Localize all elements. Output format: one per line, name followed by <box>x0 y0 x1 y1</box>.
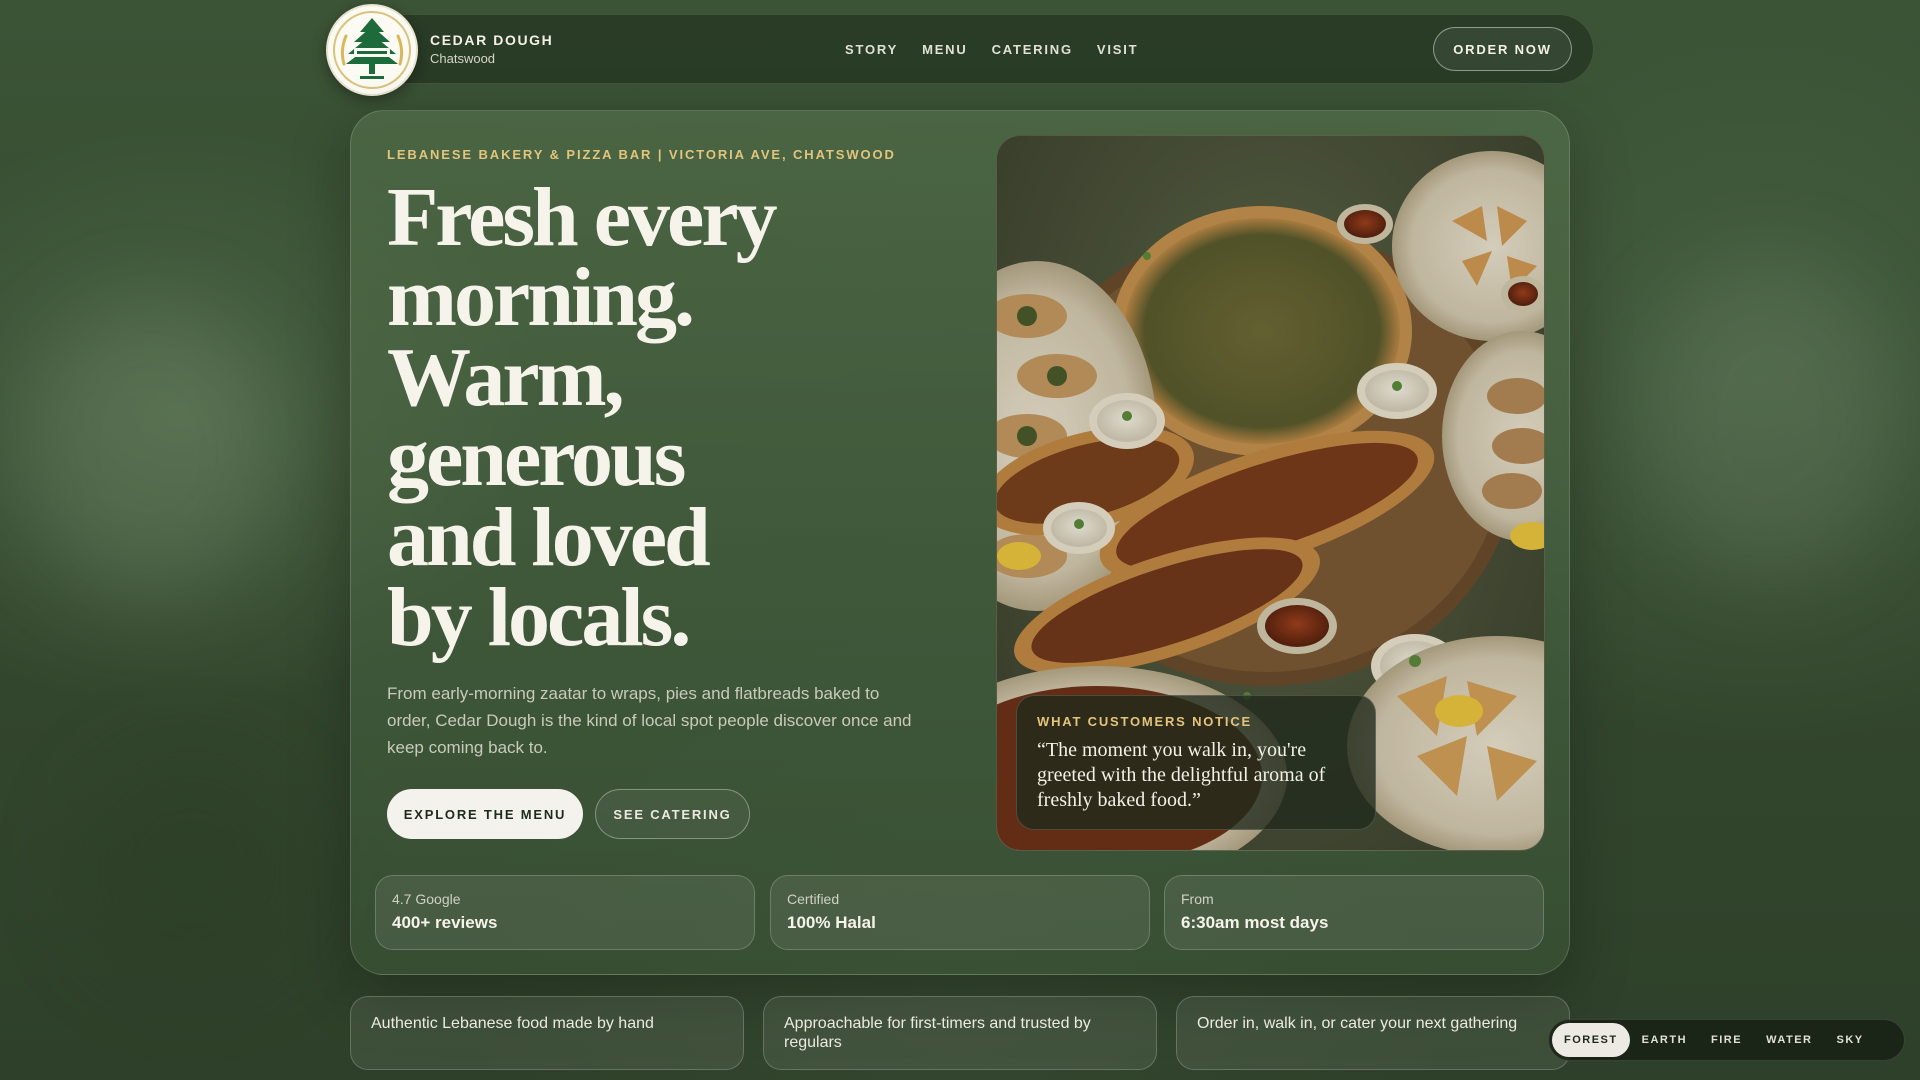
brand-name: CEDAR DOUGH <box>430 32 554 48</box>
nav-links: STORY MENU CATERING VISIT <box>845 42 1138 57</box>
nav-link-story[interactable]: STORY <box>845 42 898 57</box>
feature-card-handmade: Authentic Lebanese food made by hand <box>350 996 744 1070</box>
headline-line: generous <box>387 411 686 504</box>
theme-option-sky[interactable]: SKY <box>1824 1023 1875 1057</box>
background-blob <box>80 760 300 980</box>
theme-option-fire[interactable]: FIRE <box>1699 1023 1754 1057</box>
nav-link-catering[interactable]: CATERING <box>992 42 1073 57</box>
brand-location: Chatswood <box>430 51 496 66</box>
nav-link-visit[interactable]: VISIT <box>1097 42 1139 57</box>
headline-line: Warm, <box>387 331 625 424</box>
stat-value: 100% Halal <box>787 913 876 932</box>
stat-card-hours: From 6:30am most days <box>1164 875 1544 950</box>
headline-line: morning. <box>387 251 695 344</box>
hero-headline: Fresh every morning. Warm, generous and … <box>387 171 907 664</box>
stat-card-rating: 4.7 Google 400+ reviews <box>375 875 755 950</box>
order-now-button[interactable]: ORDER NOW <box>1433 27 1572 71</box>
theme-option-earth[interactable]: EARTH <box>1630 1023 1699 1057</box>
theme-option-water[interactable]: WATER <box>1754 1023 1824 1057</box>
stat-value: 400+ reviews <box>392 913 498 932</box>
brand-block: CEDAR DOUGH Chatswood <box>430 32 553 66</box>
see-catering-button[interactable]: SEE CATERING <box>595 789 750 839</box>
nav-link-menu[interactable]: MENU <box>922 42 967 57</box>
feature-card-order-options: Order in, walk in, or cater your next ga… <box>1176 996 1570 1070</box>
background-blob <box>20 300 280 600</box>
theme-switcher: FOREST EARTH FIRE WATER SKY <box>1548 1019 1905 1061</box>
explore-menu-button[interactable]: EXPLORE THE MENU <box>387 789 583 839</box>
stat-value: 6:30am most days <box>1181 913 1329 932</box>
headline-line: Fresh every <box>387 171 778 264</box>
headline-line: and loved <box>387 491 711 584</box>
theme-option-forest[interactable]: FOREST <box>1552 1023 1630 1057</box>
customer-quote-card: WHAT CUSTOMERS NOTICE “The moment you wa… <box>1016 695 1376 830</box>
stat-label: 4.7 Google <box>392 891 461 907</box>
hero-eyebrow: LEBANESE BAKERY & PIZZA BAR | VICTORIA A… <box>387 147 896 162</box>
brand-logo[interactable] <box>326 4 418 96</box>
background-blob <box>1640 260 1900 580</box>
headline-line: by locals. <box>387 571 691 664</box>
feature-card-approachable: Approachable for first-timers and truste… <box>763 996 1157 1070</box>
stat-card-halal: Certified 100% Halal <box>770 875 1150 950</box>
quote-label: WHAT CUSTOMERS NOTICE <box>1037 714 1252 729</box>
cedar-tree-icon <box>333 11 411 89</box>
quote-text: “The moment you walk in, you're greeted … <box>1037 739 1326 811</box>
hero-lead-text: From early-morning zaatar to wraps, pies… <box>387 684 912 757</box>
stat-label: Certified <box>787 891 840 907</box>
stat-label: From <box>1181 891 1214 907</box>
